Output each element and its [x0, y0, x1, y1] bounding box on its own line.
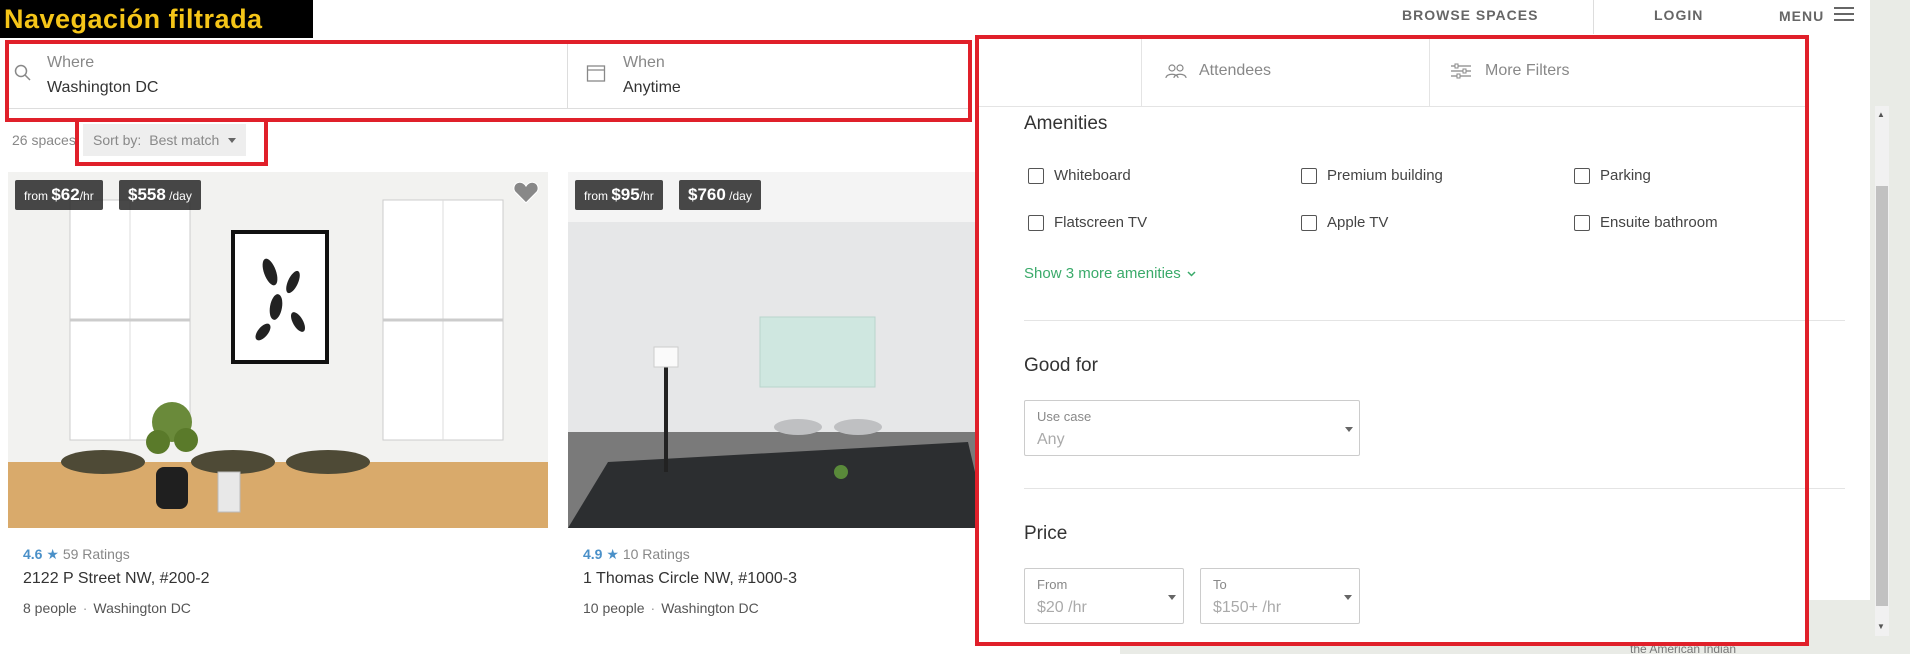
star-icon: ★	[42, 546, 63, 562]
hamburger-icon[interactable]	[1834, 3, 1855, 25]
scroll-up-arrow[interactable]: ▲	[1877, 110, 1885, 119]
daily-price: $760	[688, 185, 726, 204]
heart-icon[interactable]	[513, 180, 539, 204]
hourly-price: $62	[51, 185, 80, 204]
ratings-count: 10 Ratings	[622, 546, 690, 562]
space-meta: 8 people · Washington DC	[23, 600, 191, 616]
space-card[interactable]: from $62/hr $558 /day 4.6 ★ 59 Ratings 2…	[8, 172, 548, 656]
daily-unit: /day	[729, 189, 752, 203]
hourly-price-badge: from $95/hr	[575, 180, 663, 210]
browse-spaces-label[interactable]: BROWSE SPACES	[1402, 7, 1538, 23]
meta-dot: ·	[650, 600, 656, 616]
daily-price-badge: $558 /day	[119, 180, 201, 210]
daily-price-badge: $760 /day	[679, 180, 761, 210]
hourly-unit: /hr	[79, 189, 94, 203]
scroll-down-arrow[interactable]: ▼	[1877, 622, 1885, 631]
rating-value: 4.6	[23, 546, 43, 562]
annotation-box-filters	[975, 35, 1809, 646]
office-photo-image	[568, 172, 988, 528]
hourly-price-badge: from $62/hr	[15, 180, 103, 210]
hourly-unit: /hr	[639, 189, 654, 203]
star-icon: ★	[602, 546, 623, 562]
rating-value: 4.9	[583, 546, 603, 562]
office-photo-image	[8, 172, 548, 528]
daily-unit: /day	[169, 189, 192, 203]
scrollbar-thumb[interactable]	[1876, 186, 1888, 606]
from-label: from	[584, 189, 608, 203]
ratings-count: 59 Ratings	[62, 546, 130, 562]
panel-scrollbar[interactable]: ▲ ▼	[1875, 106, 1889, 636]
annotation-box-search	[5, 40, 972, 122]
hourly-price: $95	[611, 185, 640, 204]
login-link[interactable]: LOGIN	[1654, 7, 1703, 25]
menu-button[interactable]: MENU	[1779, 7, 1855, 25]
daily-price: $558	[128, 185, 166, 204]
login-label[interactable]: LOGIN	[1654, 7, 1703, 23]
annotation-box-sort	[75, 118, 268, 166]
menu-label[interactable]: MENU	[1779, 8, 1824, 24]
capacity: 10 people	[583, 600, 645, 616]
space-title[interactable]: 2122 P Street NW, #200-2	[23, 570, 209, 588]
from-label: from	[24, 189, 48, 203]
space-meta: 10 people · Washington DC	[583, 600, 759, 616]
results-count: 26 spaces	[12, 132, 76, 148]
space-photo[interactable]: from $62/hr $558 /day	[8, 172, 548, 528]
nav-divider	[1593, 0, 1594, 34]
space-card[interactable]: from $95/hr $760 /day 4.9 ★ 10 Ratings 1…	[568, 172, 988, 656]
space-photo[interactable]: from $95/hr $760 /day	[568, 172, 988, 528]
rating-row: 4.9 ★ 10 Ratings	[583, 546, 690, 563]
capacity: 8 people	[23, 600, 77, 616]
browse-spaces-link[interactable]: BROWSE SPACES	[1402, 7, 1538, 25]
rating-row: 4.6 ★ 59 Ratings	[23, 546, 130, 563]
annotation-label: Navegación filtrada	[0, 0, 313, 38]
city: Washington DC	[93, 600, 191, 616]
space-title[interactable]: 1 Thomas Circle NW, #1000-3	[583, 570, 797, 588]
city: Washington DC	[661, 600, 759, 616]
meta-dot: ·	[82, 600, 88, 616]
